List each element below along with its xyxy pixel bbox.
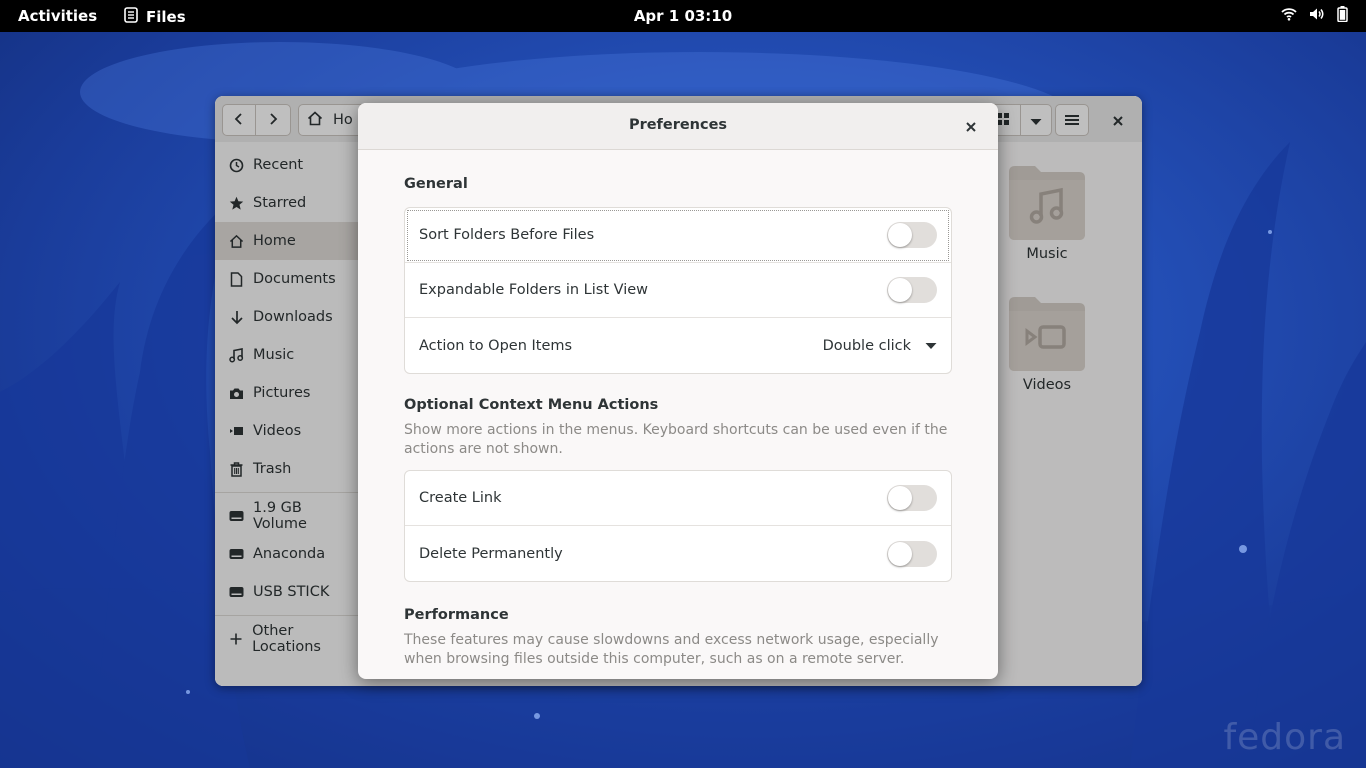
section-title-general: General [404, 176, 468, 192]
expandable-folders-row[interactable]: Expandable Folders in List View [405, 263, 951, 318]
dialog-headerbar: Preferences [358, 103, 998, 150]
dialog-title: Preferences [628, 117, 728, 133]
app-name: Files [146, 8, 186, 26]
open-action-row[interactable]: Action to Open Items Double click [405, 318, 951, 373]
performance-description: These features may cause slowdowns and e… [404, 632, 939, 667]
switch-knob [888, 278, 912, 302]
sort-folders-switch[interactable] [887, 222, 937, 248]
section-title-performance: Performance [404, 607, 509, 623]
switch-knob [888, 486, 912, 510]
switch-knob [888, 541, 912, 566]
context-menu-description: Show more actions in the menus. Keyboard… [404, 422, 948, 457]
section-title-context-menu: Optional Context Menu Actions [404, 397, 659, 413]
top-bar: Activities Files Apr 1 03:10 [0, 0, 1366, 32]
general-settings-card: Sort Folders Before Files Expandable Fol… [404, 207, 952, 374]
delete-permanently-row[interactable]: Delete Permanently [405, 526, 951, 581]
dialog-close-button[interactable] [960, 115, 982, 137]
volume-icon [1309, 7, 1325, 25]
expandable-folders-label: Expandable Folders in List View [419, 282, 649, 298]
switch-knob [888, 223, 912, 247]
battery-icon [1337, 6, 1348, 26]
create-link-row[interactable]: Create Link [405, 471, 951, 526]
open-action-label: Action to Open Items [419, 337, 573, 354]
files-app-icon [124, 7, 138, 27]
create-link-switch[interactable] [887, 485, 937, 511]
delete-permanently-label: Delete Permanently [419, 545, 563, 562]
create-link-label: Create Link [419, 490, 502, 506]
close-icon [966, 117, 976, 136]
system-tray[interactable] [1281, 6, 1348, 26]
fedora-logo: fedora [1223, 717, 1346, 758]
sort-folders-label: Sort Folders Before Files [419, 227, 595, 243]
preferences-dialog: Preferences General Sort Folders Before … [358, 103, 998, 679]
context-menu-card: Create Link Delete Permanently [404, 470, 952, 582]
app-menu-button[interactable]: Files [124, 7, 186, 27]
clock[interactable]: Apr 1 03:10 [634, 7, 732, 25]
activities-button[interactable]: Activities [18, 7, 97, 25]
sort-folders-row[interactable]: Sort Folders Before Files [405, 208, 951, 263]
wifi-icon [1281, 7, 1297, 25]
expandable-folders-switch[interactable] [887, 277, 937, 303]
delete-permanently-switch[interactable] [887, 540, 937, 567]
open-action-value: Double click [822, 337, 911, 354]
open-action-dropdown[interactable]: Double click [823, 338, 937, 354]
triangle-down-icon [925, 338, 937, 354]
